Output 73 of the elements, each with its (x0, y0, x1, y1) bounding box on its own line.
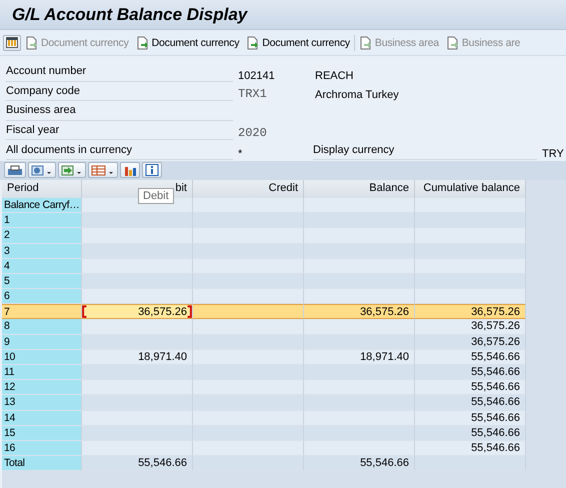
field-description: REACH (315, 70, 354, 82)
document-arrow-icon (358, 36, 372, 50)
layout-button[interactable] (88, 162, 118, 178)
table-icon (91, 164, 115, 176)
field-label: Business area (6, 101, 233, 121)
field-label: Company code (6, 82, 233, 102)
column-layout-button[interactable] (3, 34, 21, 50)
table-cell: 55,546.66 (415, 410, 526, 426)
table-cell: 36,575.26 (304, 304, 415, 320)
table-cell: 7 (2, 304, 82, 320)
table-cell: 18,971.40 (304, 350, 415, 366)
print-button[interactable] (4, 162, 26, 178)
table-cell: 6 (2, 289, 82, 304)
table-cell: 9 (2, 334, 82, 350)
table-cell: 15 (2, 426, 82, 441)
field-label: All documents in currency (6, 140, 233, 160)
export-icon (61, 164, 83, 176)
column-header[interactable]: Balance (304, 180, 415, 198)
field-label: Display currency (313, 140, 537, 160)
chart-button[interactable] (120, 162, 140, 178)
field-value: * (237, 148, 242, 160)
table-cell: Total (2, 456, 82, 472)
table-cell: 36,575.26 (415, 319, 526, 335)
table-cell: 36,575.26 (415, 334, 526, 350)
field-value: TRY (541, 148, 564, 160)
table-cell: 12 (2, 380, 82, 396)
field-label: Fiscal year (6, 120, 233, 140)
table-cell: 55,546.66 (304, 456, 415, 472)
table-cell: 13 (2, 395, 82, 411)
table-cell: 1 (2, 213, 82, 228)
window-title: G/L Account Balance Display (0, 0, 566, 30)
field-value: 2020 (237, 126, 267, 140)
table-cell: 10 (2, 350, 82, 366)
document-arrow-icon (246, 36, 260, 50)
table-cell: 2 (2, 228, 82, 244)
bar-chart-icon (123, 164, 137, 176)
document-arrow-icon (446, 36, 459, 50)
table-cell: 55,546.66 (82, 456, 193, 472)
table-cell: 55,546.66 (415, 426, 526, 441)
tooltip: Debit (138, 188, 174, 204)
table-cell: 36,575.26 (82, 304, 193, 320)
table-cell: 55,546.66 (415, 365, 526, 380)
table-cell: 14 (2, 410, 82, 426)
document-arrow-icon (25, 36, 38, 50)
printer-icon (7, 164, 23, 176)
export-button[interactable] (58, 162, 86, 178)
field-description: Archroma Turkey (315, 89, 399, 102)
document-arrow-icon (136, 36, 149, 50)
table-cell: 8 (2, 319, 82, 335)
table-cell: 55,546.66 (415, 440, 526, 456)
table-cell: 3 (2, 244, 82, 259)
info-button[interactable] (142, 162, 162, 178)
table-cell: 55,546.66 (415, 350, 526, 366)
view-icon (31, 164, 53, 176)
table-cell: 5 (2, 274, 82, 290)
field-value: TRX1 (237, 87, 267, 102)
field-label: Account number (6, 62, 233, 82)
info-icon (145, 164, 159, 176)
table-cell: 11 (2, 365, 82, 380)
table-cell: 36,575.26 (415, 304, 526, 320)
field-value: 102141 (237, 70, 275, 82)
table-cell: 18,971.40 (82, 350, 193, 366)
views-button[interactable] (28, 162, 56, 178)
table-cell: Balance Carryf… (2, 198, 82, 214)
table-cell: 55,546.66 (415, 380, 526, 396)
toolbar-button[interactable]: Document currency (132, 34, 242, 50)
table-cell: 4 (2, 258, 82, 274)
column-header[interactable]: Cumulative balance (415, 180, 526, 198)
toolbar-button[interactable]: Document currency (243, 34, 353, 50)
column-header[interactable]: Credit (193, 180, 304, 198)
column-header[interactable]: Period (2, 180, 82, 198)
table-cell: 16 (2, 440, 82, 456)
table-cell: 55,546.66 (415, 395, 526, 411)
